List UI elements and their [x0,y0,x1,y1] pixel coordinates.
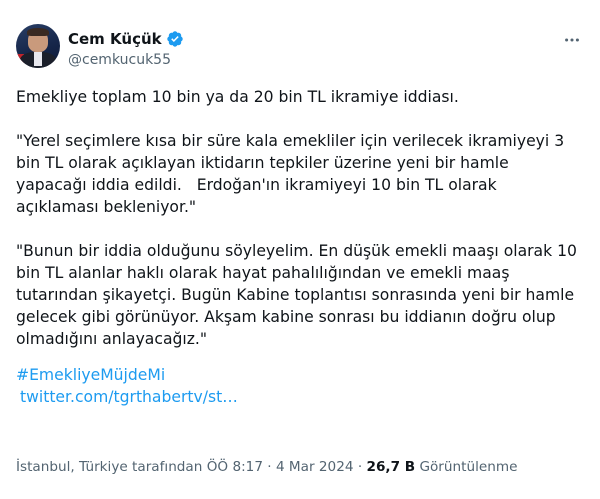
author-display-name[interactable]: Cem Küçük [68,30,162,48]
tweet-card: Cem Küçük @cemkucuk55 Emekliye toplam 10… [0,0,600,499]
tweet-links: #EmekliyeMüjdeMi twitter.com/tgrthabertv… [16,364,584,408]
views-label: Görüntülenme [419,459,518,475]
tweet-text: Emekliye toplam 10 bin ya da 20 bin TL i… [16,86,584,408]
hashtag-link[interactable]: #EmekliyeMüjdeMi [16,364,584,386]
tweet-url-link[interactable]: twitter.com/tgrthabertv/st… [16,386,584,408]
tweet-paragraph: "Bunun bir iddia olduğunu söyleyelim. En… [16,242,582,348]
views-count: 26,7 B [366,459,416,475]
tweet-location: İstanbul, Türkiye tarafından [16,459,203,475]
author-name-row: Cem Küçük [68,30,184,48]
tweet-paragraph: "Yerel seçimlere kısa bir süre kala emek… [16,132,570,216]
tweet-paragraph: Emekliye toplam 10 bin ya da 20 bin TL i… [16,88,459,106]
meta-separator: · [267,459,272,475]
author-handle[interactable]: @cemkucuk55 [68,52,171,68]
more-horizontal-icon[interactable] [562,30,582,50]
tweet-meta: İstanbul, Türkiye tarafından ÖÖ 8:17 · 4… [16,459,517,475]
tweet-time[interactable]: ÖÖ 8:17 [207,459,263,475]
verified-badge-icon[interactable] [166,30,184,48]
tweet-date[interactable]: 4 Mar 2024 [276,459,354,475]
avatar[interactable] [16,24,60,68]
meta-separator: · [357,459,363,475]
